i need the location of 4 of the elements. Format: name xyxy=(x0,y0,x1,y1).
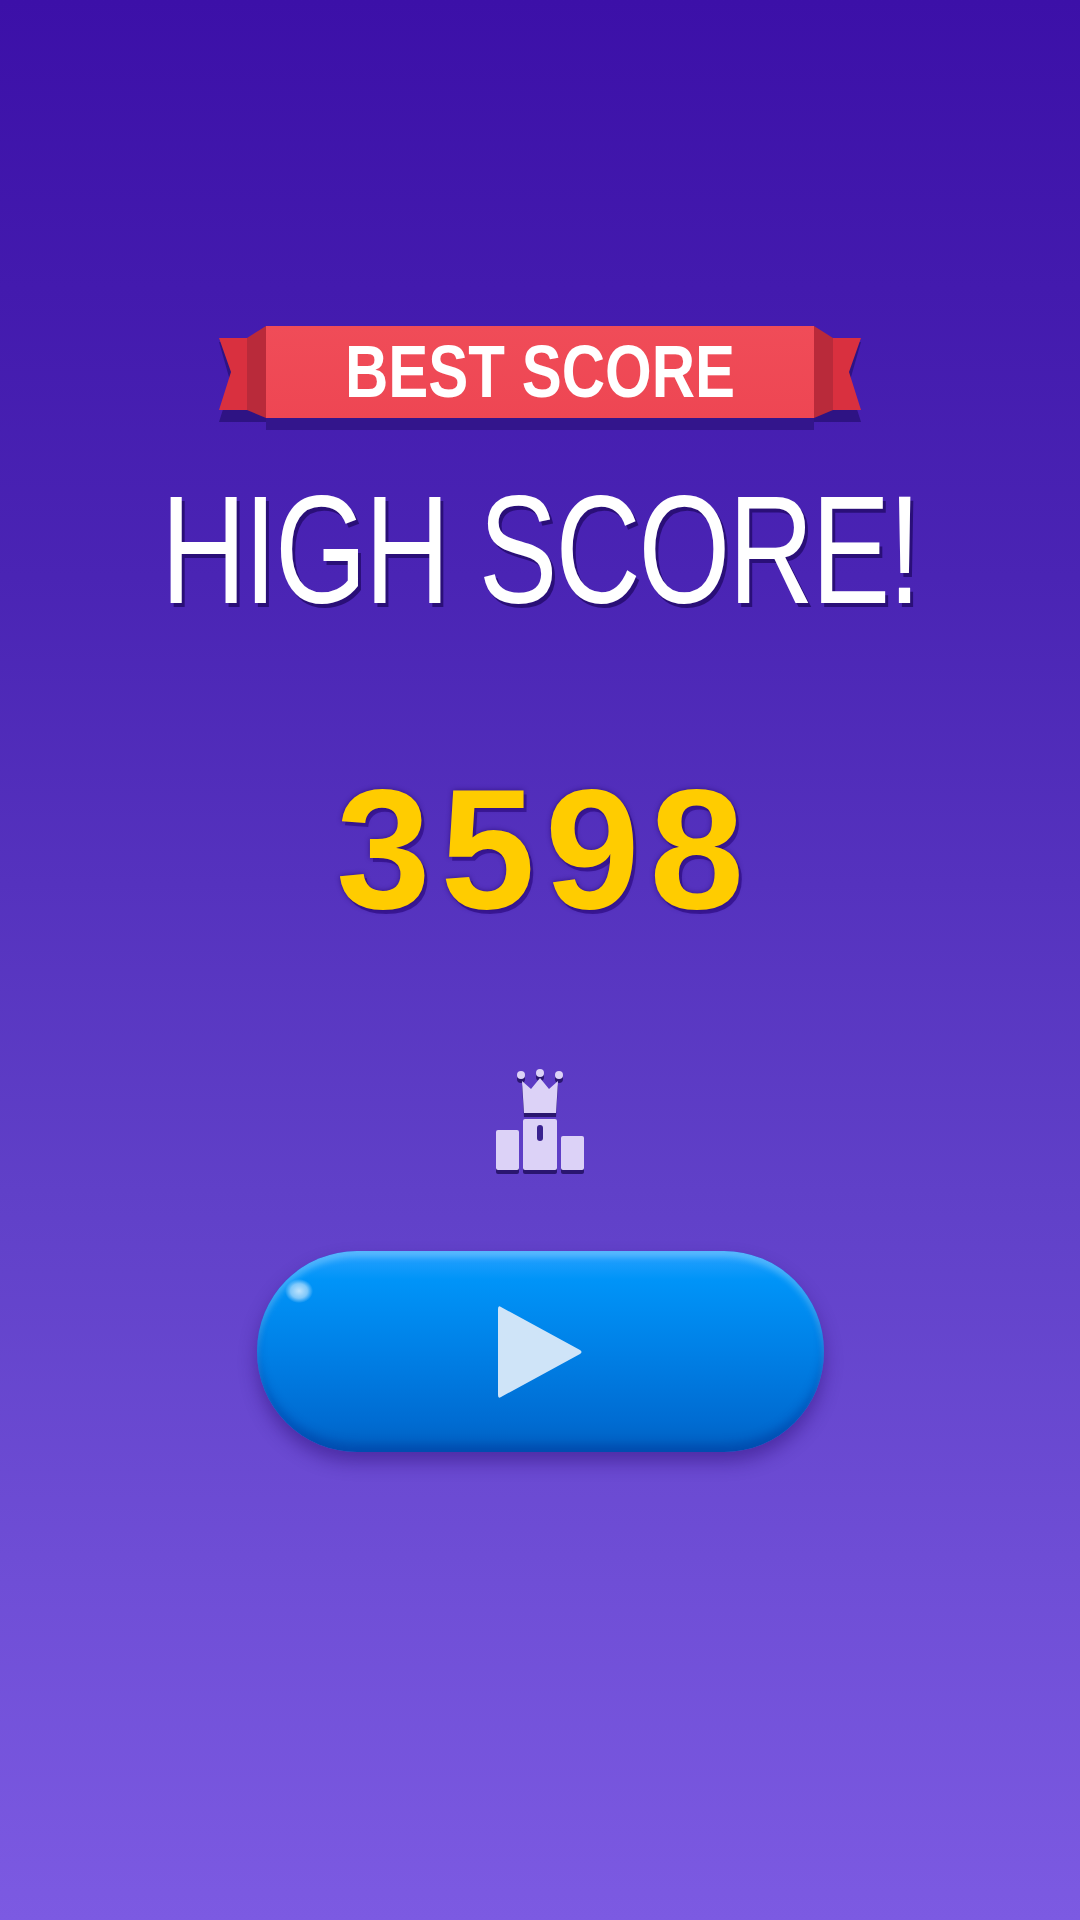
play-icon xyxy=(497,1303,583,1400)
banner-title: BEST SCORE xyxy=(344,334,736,410)
score-value: 3598 xyxy=(334,764,755,934)
headline: HIGH SCORE! xyxy=(160,469,920,631)
